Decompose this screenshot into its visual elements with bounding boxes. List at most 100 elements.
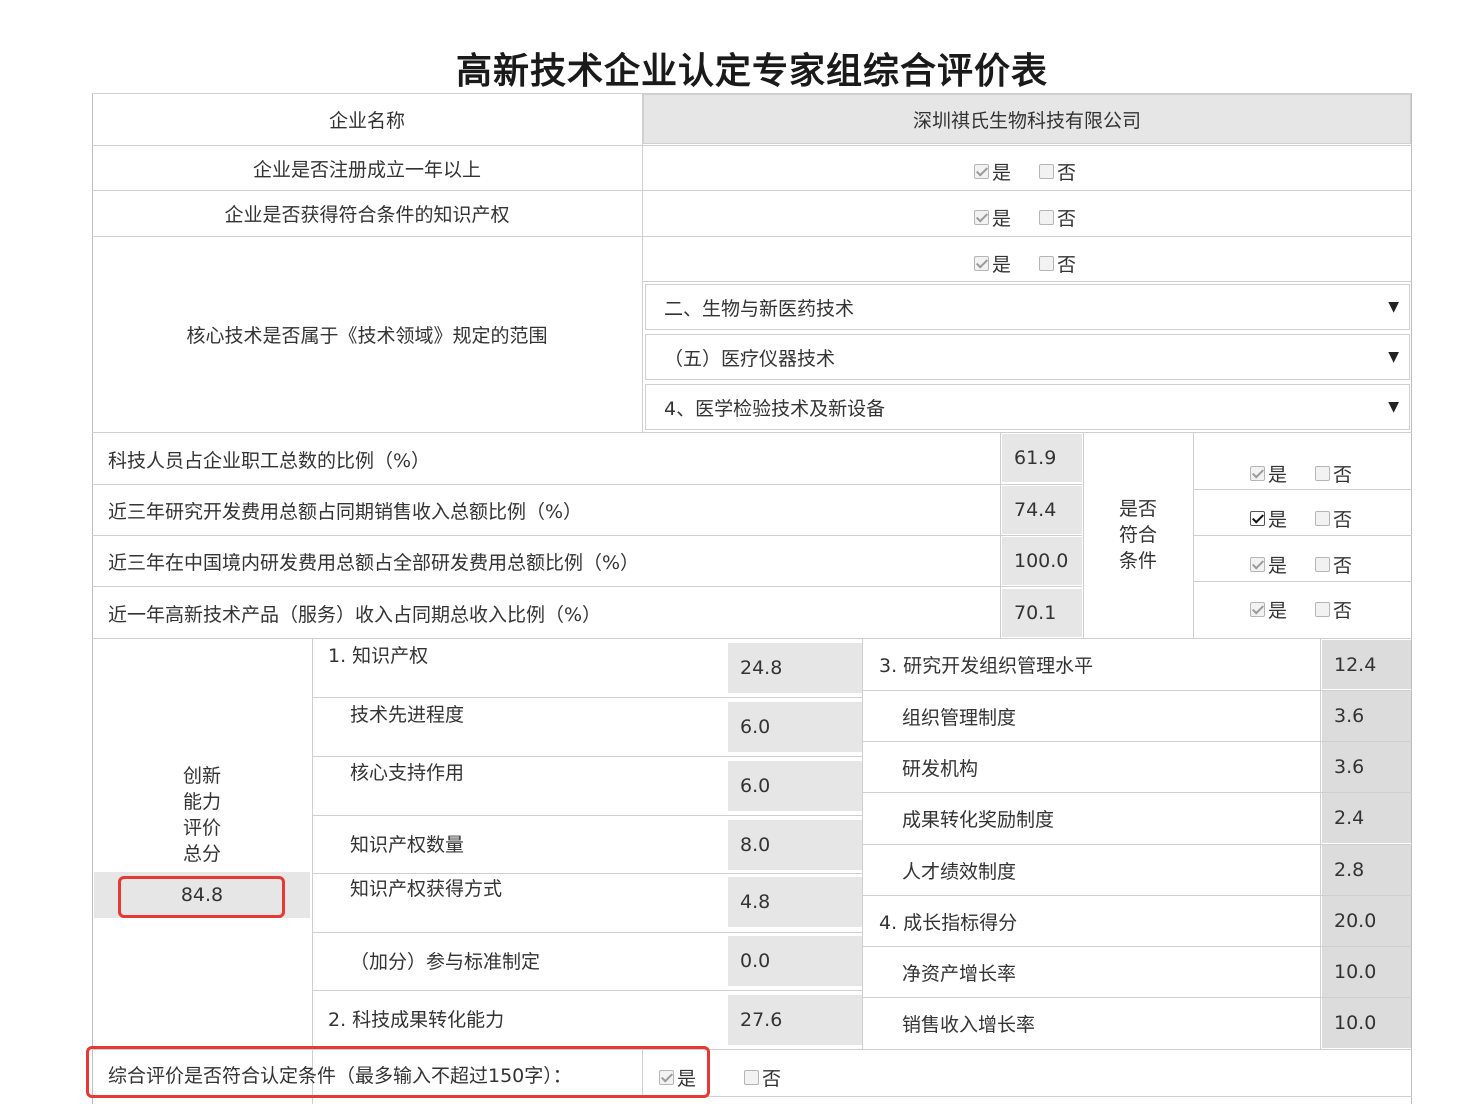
score-item-value[interactable]: 3.6 (1322, 742, 1411, 792)
highlight-box (118, 876, 285, 918)
checkbox-icon[interactable] (1315, 601, 1331, 617)
score-item-value[interactable]: 3.6 (1322, 691, 1411, 741)
core-tech-yes[interactable]: 是 (974, 250, 1011, 277)
divider (1193, 581, 1412, 582)
registered-one-year-yes[interactable]: 是 (974, 158, 1011, 185)
checkbox-icon[interactable] (974, 163, 989, 179)
company-name-field[interactable]: 深圳祺氏生物科技有限公司 (643, 94, 1411, 144)
ratio-no[interactable]: 否 (1315, 460, 1352, 487)
core-tech-options: 是 否 (960, 248, 1090, 278)
score-item-label: （加分）参与标准制定 (350, 950, 541, 973)
ratio-options: 是 否 (1236, 549, 1366, 579)
divider (312, 932, 862, 933)
ratio-options: 是 否 (1236, 458, 1366, 488)
ratio-label: 近一年高新技术产品（服务）收入占同期总收入比例（%） (108, 603, 602, 626)
ip-qualified-label: 企业是否获得符合条件的知识产权 (224, 203, 510, 226)
ip-qualified-yes[interactable]: 是 (974, 204, 1011, 231)
dropdown-arrow-icon[interactable]: ▼ (1388, 399, 1399, 415)
registered-one-year-no[interactable]: 否 (1039, 158, 1076, 185)
divider (312, 697, 862, 698)
checkbox-icon[interactable] (1315, 465, 1331, 481)
overall-no[interactable]: 否 (744, 1064, 781, 1091)
score-item-value[interactable]: 6.0 (728, 761, 862, 811)
ip-qualified-no[interactable]: 否 (1039, 204, 1076, 231)
core-tech-no[interactable]: 否 (1039, 250, 1076, 277)
score-item-value[interactable]: 27.6 (728, 995, 862, 1045)
ratio-no[interactable]: 否 (1315, 551, 1352, 578)
checkbox-icon[interactable] (1039, 209, 1055, 225)
score-item-value[interactable]: 10.0 (1322, 947, 1411, 997)
innovation-total-label: 创新 能力 评价 总分 (182, 765, 221, 865)
ratio-label: 科技人员占企业职工总数的比例（%） (108, 449, 431, 472)
score-item-label: 净资产增长率 (902, 962, 1017, 985)
tech-field-select-3[interactable]: 4、医学检验技术及新设备 ▼ (645, 384, 1410, 430)
score-item-value[interactable]: 2.8 (1322, 845, 1411, 895)
dropdown-arrow-icon[interactable]: ▼ (1388, 299, 1399, 315)
registered-one-year-label: 企业是否注册成立一年以上 (252, 158, 481, 181)
ratio-value[interactable]: 61.9 (1002, 434, 1082, 482)
divider (312, 990, 862, 991)
highlight-box (86, 1046, 710, 1098)
divider (92, 432, 1412, 433)
tech-field-select-2[interactable]: （五）医疗仪器技术 ▼ (645, 334, 1410, 380)
score-item-label: 销售收入增长率 (902, 1013, 1036, 1036)
page-title: 高新技术企业认定专家组综合评价表 (455, 51, 1048, 92)
ratio-yes[interactable]: 是 (1250, 505, 1287, 532)
checkbox-icon[interactable] (1315, 556, 1331, 572)
score-item-label: 研发机构 (902, 757, 979, 780)
divider (642, 93, 643, 433)
checkbox-icon[interactable] (1250, 601, 1265, 617)
ratio-options: 是 否 (1236, 594, 1366, 624)
score-item-value[interactable]: 0.0 (728, 936, 862, 986)
ratio-yes[interactable]: 是 (1250, 596, 1287, 623)
divider (643, 281, 1412, 282)
checkbox-icon[interactable] (1250, 465, 1265, 481)
checkbox-icon[interactable] (974, 209, 989, 225)
checkbox-icon[interactable] (1250, 510, 1265, 526)
divider (312, 638, 313, 1104)
score-item-value[interactable]: 6.0 (728, 702, 862, 752)
score-item-label: 成果转化奖励制度 (902, 808, 1055, 831)
score-item-label: 1. 知识产权 (328, 644, 429, 667)
checkbox-icon[interactable] (1039, 255, 1055, 271)
ratio-value[interactable]: 100.0 (1002, 537, 1082, 585)
registered-one-year-options: 是 否 (960, 156, 1090, 186)
score-item-label: 3. 研究开发组织管理水平 (879, 655, 1094, 677)
score-item-label: 知识产权数量 (350, 833, 465, 856)
checkbox-icon[interactable] (974, 255, 989, 271)
score-item-value[interactable]: 2.4 (1322, 793, 1411, 843)
score-item-label: 知识产权获得方式 (350, 877, 503, 900)
score-item-value[interactable]: 24.8 (728, 643, 862, 693)
score-item-value[interactable]: 12.4 (1322, 640, 1411, 689)
core-tech-label: 核心技术是否属于《技术领域》规定的范围 (186, 325, 548, 347)
ratio-value[interactable]: 70.1 (1002, 589, 1082, 637)
score-item-value[interactable]: 4.8 (728, 877, 862, 927)
ratio-label: 近三年研究开发费用总额占同期销售收入总额比例（%） (108, 500, 583, 523)
ratio-options: 是 否 (1236, 503, 1366, 533)
tech-field-select-1[interactable]: 二、生物与新医药技术 ▼ (645, 284, 1410, 330)
score-item-label: 组织管理制度 (902, 706, 1017, 729)
divider (312, 815, 862, 816)
ip-qualified-options: 是 否 (960, 202, 1090, 232)
score-item-label: 4. 成长指标得分 (879, 911, 1018, 934)
divider (1193, 535, 1412, 536)
checkbox-icon[interactable] (1250, 556, 1265, 572)
score-item-value[interactable]: 10.0 (1322, 998, 1411, 1048)
ratio-label: 近三年在中国境内研发费用总额占全部研发费用总额比例（%） (108, 551, 640, 574)
ratio-no[interactable]: 否 (1315, 505, 1352, 532)
ratio-yes[interactable]: 是 (1250, 551, 1287, 578)
checkbox-icon[interactable] (1315, 510, 1331, 526)
score-item-value[interactable]: 8.0 (728, 820, 862, 870)
score-item-label: 核心支持作用 (350, 761, 465, 784)
checkbox-icon[interactable] (744, 1069, 760, 1085)
divider (92, 586, 1082, 587)
score-item-label: 人才绩效制度 (902, 860, 1017, 883)
checkbox-icon[interactable] (1039, 163, 1055, 179)
dropdown-arrow-icon[interactable]: ▼ (1388, 349, 1399, 365)
ratio-no[interactable]: 否 (1315, 596, 1352, 623)
score-item-label: 技术先进程度 (350, 703, 465, 726)
ratio-value[interactable]: 74.4 (1002, 486, 1082, 534)
score-item-label: 2. 科技成果转化能力 (328, 1008, 505, 1031)
ratio-yes[interactable]: 是 (1250, 460, 1287, 487)
score-item-value[interactable]: 20.0 (1322, 896, 1411, 946)
